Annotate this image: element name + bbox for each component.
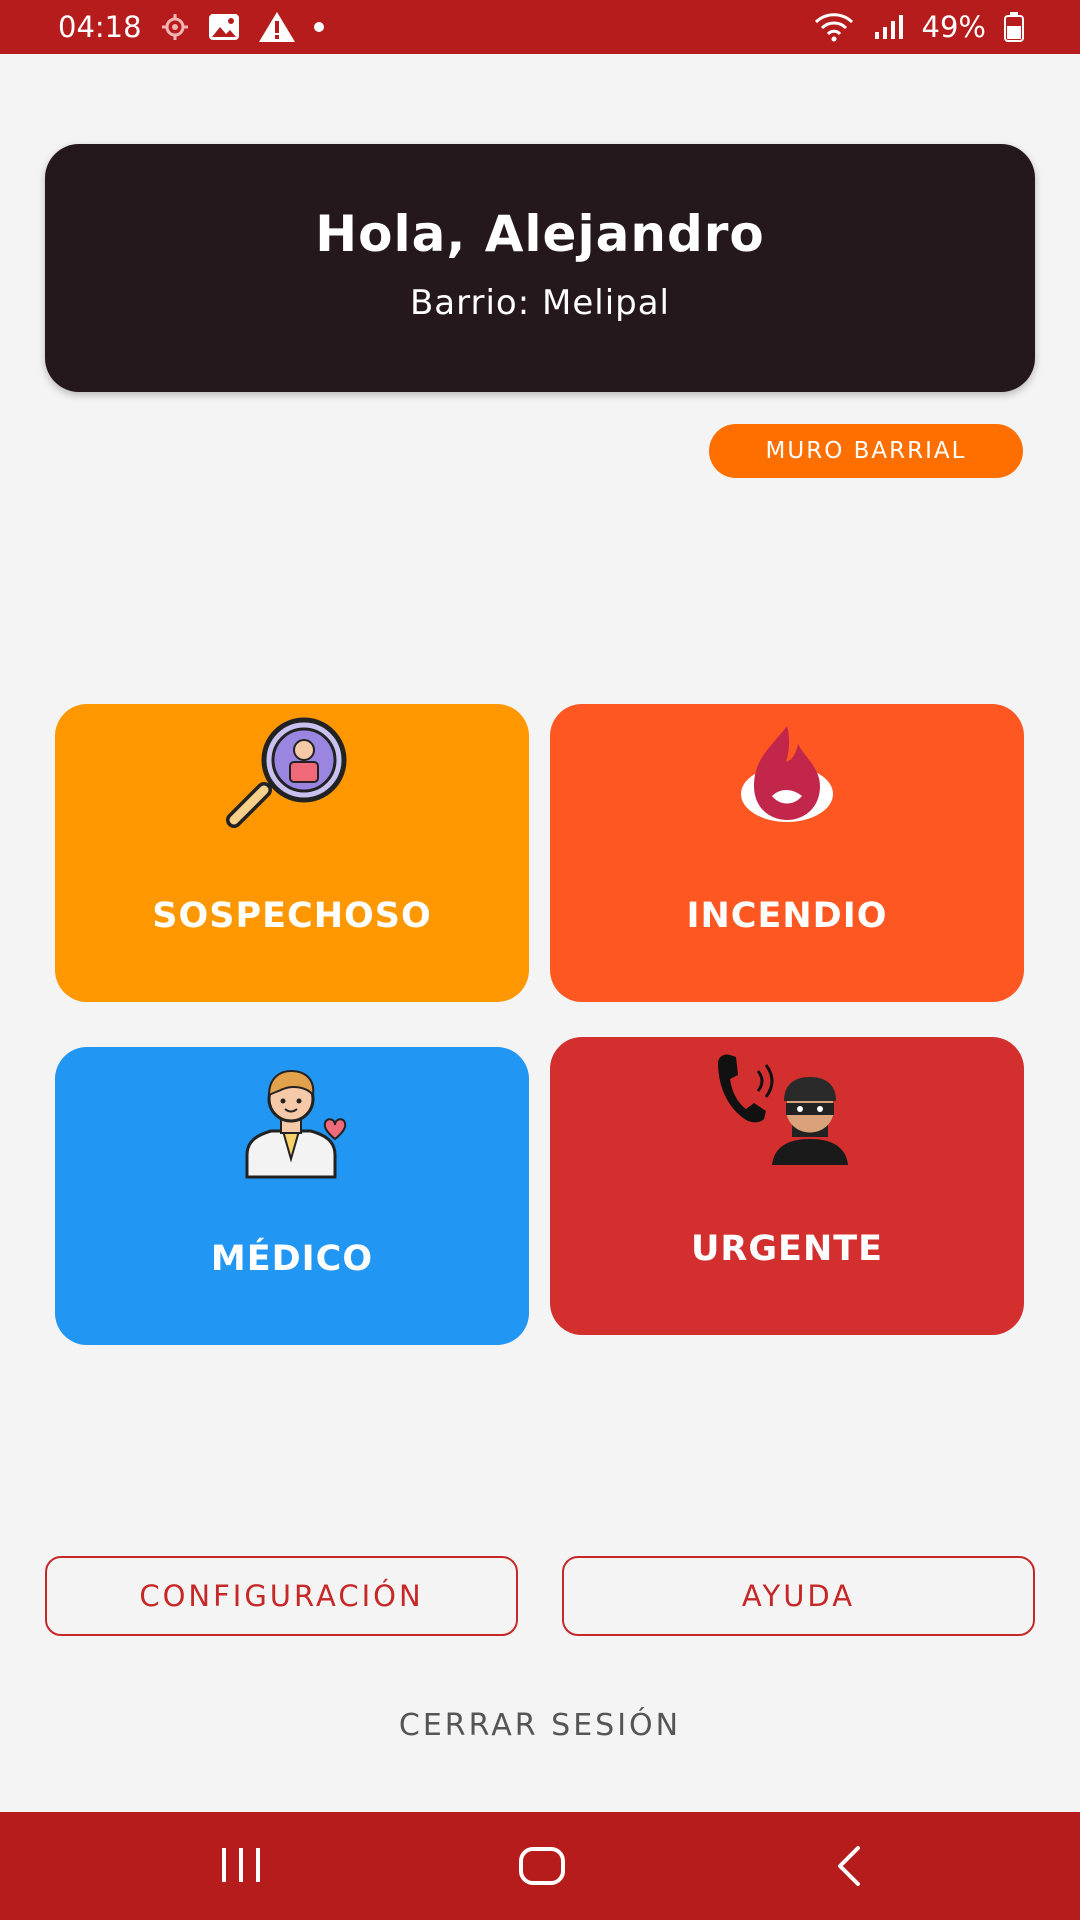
dot-icon [313,22,324,32]
muro-barrial-button[interactable]: MURO BARRIAL [709,424,1023,478]
fire-icon [732,716,842,832]
tile-label: URGENTE [690,1229,884,1269]
image-icon [208,13,240,41]
battery-icon [1004,12,1024,42]
status-time: 04:18 [58,10,142,44]
status-right: 49% [812,10,1024,44]
tile-incendio[interactable]: INCENDIO [550,704,1024,1002]
doctor-icon [227,1059,357,1183]
battery-percent: 49% [921,10,986,44]
greeting-title: Hola, Alejandro [315,205,765,263]
greeting-card: Hola, Alejandro Barrio: Melipal [45,144,1035,392]
phone-thief-icon [712,1049,862,1173]
tile-label: SOSPECHOSO [152,896,432,936]
help-button[interactable]: AYUDA [562,1556,1035,1636]
signal-icon [874,14,904,40]
logout-button[interactable]: CERRAR SESIÓN [340,1700,740,1750]
magnifier-person-icon [222,716,362,832]
nav-bar [0,1812,1080,1920]
status-bar: 04:18 49% [0,0,1080,54]
status-left: 04:18 [58,10,324,44]
tile-label: MÉDICO [210,1239,374,1279]
tile-sospechoso[interactable]: SOSPECHOSO [55,704,529,1002]
location-icon [160,12,190,42]
tile-medico[interactable]: MÉDICO [55,1047,529,1345]
tile-urgente[interactable]: URGENTE [550,1037,1024,1335]
tile-label: INCENDIO [686,896,888,936]
config-button[interactable]: CONFIGURACIÓN [45,1556,518,1636]
recents-icon[interactable] [218,1842,264,1894]
wifi-icon [812,12,856,42]
warning-icon [258,11,296,43]
home-icon[interactable] [518,1842,566,1894]
back-icon[interactable] [830,1842,870,1894]
neighborhood-label: Barrio: Melipal [409,283,671,323]
